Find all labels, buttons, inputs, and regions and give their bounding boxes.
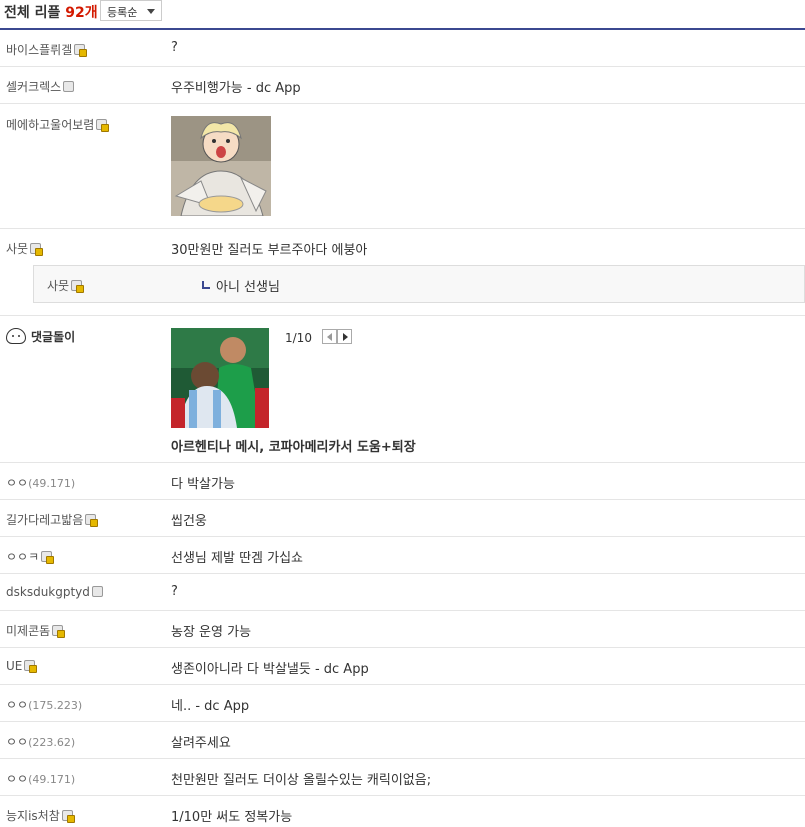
nickname-text: 능지is처참 [6, 809, 60, 823]
bot-nickname[interactable]: 댓글돌이 [6, 328, 75, 345]
comment-text: 우주비행가능 - dc App [171, 81, 301, 96]
gallery-user-icon [41, 551, 55, 564]
comment-text: ? [171, 584, 178, 599]
comment-nickname[interactable]: 사뭇 [6, 240, 44, 257]
comment-text: 선생님 제발 딴겜 가십쇼 [171, 551, 303, 566]
reply-row: 사뭇 아니 선생님 [33, 265, 805, 303]
comment-text: 30만원만 질러도 부르주아다 에붕아 [171, 243, 368, 258]
reply-text: 아니 선생님 [202, 276, 280, 295]
ip-text: (175.223) [28, 699, 83, 712]
sort-dropdown[interactable]: 등록순 [100, 0, 162, 21]
comment-nickname[interactable]: ㅇㅇㅋ [6, 548, 55, 565]
nickname-text: ㅇㅇ [6, 735, 29, 749]
comment-row: 길가다레고밟음 씹건웅 [0, 500, 805, 537]
dccon-illustration [171, 116, 271, 216]
total-label: 전체 리플 [4, 5, 61, 21]
gallery-user-icon [24, 660, 38, 673]
dccon-image[interactable] [171, 116, 271, 216]
comment-text: 1/10만 써도 정복가능 [171, 810, 293, 825]
pager-text: 1/10 [285, 331, 312, 345]
pager-buttons [321, 329, 352, 347]
gallery-user-icon [74, 44, 88, 57]
comment-text: 천만원만 질러도 더이상 올릴수있는 캐릭이없음; [171, 773, 432, 788]
gallery-user-icon [52, 625, 66, 638]
nickname-text: UE [6, 659, 23, 673]
comment-nickname[interactable]: UE [6, 659, 38, 673]
nickname-text: dsksdukgptyd [6, 585, 90, 599]
nickname-text: 셀커크렉스 [6, 80, 62, 94]
gallery-user-icon [71, 280, 85, 293]
nickname-text: 사뭇 [47, 279, 70, 293]
bot-name-text: 댓글돌이 [31, 330, 76, 344]
comment-nickname[interactable]: 메에하고울어보렴 [6, 116, 110, 133]
bot-avatar-icon [6, 328, 26, 344]
ip-text: (49.171) [28, 773, 76, 786]
comment-row: 능지is처참 1/10만 써도 정복가능 [0, 796, 805, 827]
comment-text: ? [171, 40, 178, 55]
nickname-text: 길가다레고밟음 [6, 513, 84, 527]
comment-text: 씹건웅 [171, 514, 207, 529]
nickname-text: 미제콘돔 [6, 624, 51, 638]
comment-text: 살려주세요 [171, 736, 231, 751]
comment-nickname[interactable]: ㅇㅇ(223.62) [6, 733, 75, 750]
comment-text: 네.. - dc App [171, 699, 250, 714]
nickname-text: ㅇㅇㅋ [6, 550, 40, 564]
comment-nickname[interactable]: dsksdukgptyd [6, 585, 103, 599]
reply-arrow-icon [202, 281, 210, 289]
nickname-text: 바이스플뤼겔 [6, 43, 73, 57]
gallery-user-icon [61, 810, 75, 823]
comment-nickname[interactable]: ㅇㅇ(175.223) [6, 696, 82, 713]
chevron-down-icon [147, 9, 155, 14]
comment-text: 다 박살가능 [171, 477, 235, 492]
news-photo [171, 328, 269, 428]
sort-selected-value: 등록순 [107, 6, 138, 19]
comment-row: ㅇㅇ(175.223) 네.. - dc App [0, 685, 805, 722]
comment-row: 셀커크렉스 우주비행가능 - dc App [0, 67, 805, 104]
comment-row: 메에하고울어보렴 [0, 104, 805, 229]
comment-row: dsksdukgptyd ? [0, 574, 805, 611]
comment-header: 전체 리플 92개 등록순 [0, 0, 805, 30]
nickname-text: 메에하고울어보렴 [6, 118, 95, 132]
comment-nickname[interactable]: 사뭇 [47, 277, 85, 294]
gallery-user-icon [85, 514, 99, 527]
comment-row: ㅇㅇ(223.62) 살려주세요 [0, 722, 805, 759]
gallery-user-icon [96, 119, 110, 132]
comment-row: 미제콘돔 농장 운영 가능 [0, 611, 805, 648]
ip-text: (49.171) [28, 477, 76, 490]
gallery-user-icon [63, 81, 75, 92]
nickname-text: ㅇㅇ [6, 476, 29, 490]
comment-nickname[interactable]: 능지is처참 [6, 807, 75, 824]
gallery-user-icon [30, 243, 44, 256]
comment-row: 사뭇 30만원만 질러도 부르주아다 에붕아 [0, 229, 805, 266]
prev-arrow-icon[interactable] [321, 329, 337, 344]
comment-nickname[interactable]: ㅇㅇ(49.171) [6, 474, 75, 491]
nickname-text: ㅇㅇ [6, 698, 29, 712]
comment-text: 생존이아니라 다 박살낼듯 - dc App [171, 662, 369, 677]
news-pager: 1/10 [285, 329, 352, 347]
reply-content: 아니 선생님 [216, 280, 280, 295]
ip-text: (223.62) [28, 736, 76, 749]
comment-row: 바이스플뤼겔 ? [0, 30, 805, 67]
comment-nickname[interactable]: ㅇㅇ(49.171) [6, 770, 75, 787]
comment-nickname[interactable]: 길가다레고밟음 [6, 511, 99, 528]
comment-row: ㅇㅇ(49.171) 다 박살가능 [0, 463, 805, 500]
nickname-text: ㅇㅇ [6, 772, 29, 786]
comment-nickname[interactable]: 미제콘돔 [6, 622, 66, 639]
comment-text: 농장 운영 가능 [171, 625, 252, 640]
comment-row: UE 생존이아니라 다 박살낼듯 - dc App [0, 648, 805, 685]
next-arrow-icon[interactable] [336, 329, 352, 344]
nickname-text: 사뭇 [6, 242, 29, 256]
total-count: 92개 [65, 5, 98, 21]
comment-nickname[interactable]: 바이스플뤼겔 [6, 41, 88, 58]
news-title-link[interactable]: 아르헨티나 메시, 코파아메리카서 도움+퇴장 [171, 436, 416, 455]
gallery-user-icon [91, 586, 103, 597]
comment-row: ㅇㅇㅋ 선생님 제발 딴겜 가십쇼 [0, 537, 805, 574]
comment-total-title: 전체 리플 92개 [4, 2, 98, 22]
comment-nickname[interactable]: 셀커크렉스 [6, 78, 75, 95]
comment-row: ㅇㅇ(49.171) 천만원만 질러도 더이상 올릴수있는 캐릭이없음; [0, 759, 805, 796]
news-thumbnail[interactable] [171, 328, 269, 428]
